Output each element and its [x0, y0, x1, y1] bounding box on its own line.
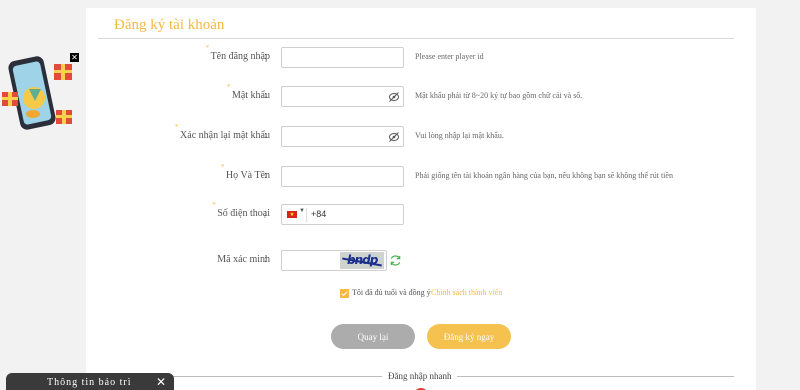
- phone-input[interactable]: ▼ +84: [281, 204, 404, 225]
- agree-text: Tôi đã đủ tuổi và đồng ý: [352, 288, 431, 297]
- username-hint: Please enter player id: [415, 52, 484, 61]
- username-row: * Tên đăng nhập : Please enter player id: [86, 44, 756, 71]
- vietnam-flag-icon[interactable]: [287, 211, 297, 218]
- notice-title: Thông tin bảo trì: [47, 377, 132, 388]
- colon: :: [264, 170, 267, 181]
- colon: :: [264, 254, 267, 265]
- eye-off-icon[interactable]: [388, 91, 400, 103]
- register-button[interactable]: Đăng ký ngay: [427, 324, 511, 349]
- required-mark: *: [212, 201, 216, 209]
- fullname-hint: Phải giống tên tài khoản ngân hàng của b…: [415, 171, 673, 180]
- refresh-icon[interactable]: [389, 254, 402, 267]
- gift-phone-icon: [2, 56, 72, 130]
- quick-login-label: Đăng nhập nhanh: [382, 371, 458, 381]
- colon: :: [264, 51, 267, 62]
- colon: :: [264, 208, 267, 219]
- phone-label: * Số điện thoại: [212, 201, 270, 219]
- confirm-password-hint: Vui lòng nhập lại mật khẩu.: [415, 131, 504, 140]
- agree-checkbox[interactable]: [340, 289, 349, 298]
- confirm-password-row: * Xác nhận lại mật khẩu : Vui lòng nhập l…: [86, 123, 756, 150]
- page-title: Đăng ký tài khoản: [114, 17, 225, 33]
- maintenance-notice[interactable]: Thông tin bảo trì ✕: [6, 373, 174, 390]
- captcha-label: Mã xác minh: [217, 254, 270, 265]
- username-label: * Tên đăng nhập: [205, 44, 270, 62]
- username-input[interactable]: [281, 47, 404, 68]
- phone-row: * Số điện thoại : ▼ +84: [86, 201, 756, 228]
- country-code: +84: [311, 209, 327, 219]
- register-card: Đăng ký tài khoản * Tên đăng nhập : Pleas…: [86, 8, 756, 390]
- fullname-input[interactable]: [281, 166, 404, 187]
- back-button[interactable]: Quay lại: [331, 324, 415, 349]
- title-divider: [98, 38, 734, 39]
- password-input[interactable]: [281, 86, 404, 107]
- required-mark: *: [205, 44, 210, 52]
- promo-close-button[interactable]: ✕: [70, 53, 79, 62]
- chevron-down-icon[interactable]: ▼: [299, 208, 305, 214]
- close-icon[interactable]: ✕: [156, 375, 166, 389]
- captcha-row: Mã xác minh : bndp: [86, 250, 756, 274]
- required-mark: *: [220, 163, 225, 171]
- eye-off-icon[interactable]: [388, 131, 400, 143]
- password-hint: Mật khẩu phải từ 8~20 ký tự bao gồm chữ …: [415, 91, 583, 100]
- password-row: * Mật khẩu : Mật khẩu phải từ 8~20 ký tự …: [86, 83, 756, 110]
- promo-gift-widget[interactable]: [0, 52, 82, 136]
- colon: :: [264, 130, 267, 141]
- fullname-row: * Họ Và Tên : Phải giống tên tài khoản ng…: [86, 163, 756, 190]
- member-policy-link[interactable]: Chính sách thành viên: [431, 288, 502, 297]
- colon: :: [264, 90, 267, 101]
- confirm-password-input[interactable]: [281, 126, 404, 147]
- required-mark: *: [226, 83, 231, 91]
- phone-divider: [306, 208, 307, 222]
- required-mark: *: [175, 123, 179, 131]
- captcha-image: bndp: [340, 252, 384, 269]
- confirm-password-label: * Xác nhận lại mật khẩu: [175, 123, 270, 141]
